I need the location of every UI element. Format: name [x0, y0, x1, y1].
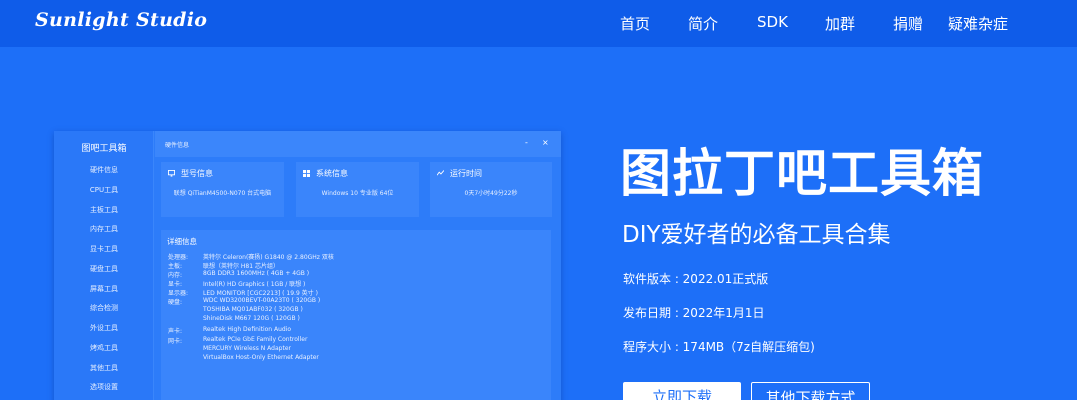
- program-size: 程序大小 : 174MB（7z自解压缩包): [623, 340, 815, 354]
- card-system: 系统信息 Windows 10 专业版 64位: [296, 162, 419, 217]
- card-value: 联想 QiTianM4500-N070 台式电脑: [173, 190, 272, 197]
- app-sidebar-item: 其他工具: [90, 364, 118, 372]
- app-sidebar: 图吧工具箱 硬件信息 CPU工具 主板工具 内存工具 显卡工具 硬盘工具 屏幕工…: [54, 131, 154, 400]
- site-logo[interactable]: Sunlight Studio: [35, 9, 207, 31]
- nav-item-home[interactable]: 首页: [620, 13, 650, 33]
- nav-item-join-group[interactable]: 加群: [825, 13, 855, 33]
- app-sidebar-item: 显卡工具: [90, 245, 118, 253]
- hero-title: 图拉丁吧工具箱: [620, 145, 985, 204]
- app-sidebar-item: CPU工具: [89, 186, 119, 194]
- detail-value: 英特尔 Celeron(赛扬) G1840 @ 2.80GHz 双核: [203, 254, 334, 261]
- card-title: 系统信息: [316, 169, 348, 178]
- card-value: Windows 10 专业版 64位: [321, 190, 394, 197]
- app-sidebar-item: 内存工具: [90, 225, 118, 233]
- app-sidebar-item: 屏幕工具: [90, 285, 118, 293]
- download-button[interactable]: 立即下载: [623, 382, 741, 400]
- detail-value: Realtek PCIe GbE Family Controller: [203, 336, 308, 343]
- detail-key: 主板:: [168, 263, 183, 270]
- detail-value: 8GB DDR3 1600MHz ( 4GB + 4GB ): [203, 270, 310, 277]
- nav-item-donate[interactable]: 捐赠: [893, 13, 923, 33]
- nav-item-intro[interactable]: 简介: [688, 13, 718, 33]
- close-icon: ×: [542, 138, 549, 147]
- app-window-title: 硬件信息: [165, 142, 190, 149]
- app-window-titlebar: 硬件信息 - ×: [155, 131, 561, 157]
- app-sidebar-item: 外设工具: [90, 324, 118, 332]
- version-info: 软件版本 : 2022.01正式版: [623, 272, 769, 286]
- detail-key: 声卡:: [168, 328, 183, 335]
- app-sidebar-item: 硬件信息: [90, 166, 118, 174]
- detail-value: TOSHIBA MQ01ABF032 ( 320GB ): [203, 306, 303, 313]
- detail-value: VirtualBox Host-Only Ethernet Adapter: [203, 354, 319, 361]
- minimize-icon: -: [525, 138, 528, 147]
- detail-key: 网卡:: [168, 338, 183, 345]
- card-model: 型号信息 联想 QiTianM4500-N070 台式电脑: [161, 162, 284, 217]
- detail-key: 显示器:: [168, 290, 189, 297]
- app-sidebar-item: 选项设置: [90, 383, 118, 391]
- hero-subtitle: DIY爱好者的必备工具合集: [622, 222, 891, 248]
- app-sidebar-title: 图吧工具箱: [81, 144, 127, 154]
- nav-item-faq[interactable]: 疑难杂症: [948, 13, 1008, 33]
- detail-value: ShineDisk M667 120G ( 120GB ): [203, 315, 300, 322]
- card-value: 0天7小时49分22秒: [464, 190, 518, 197]
- detail-title: 详细信息: [167, 237, 197, 246]
- detail-key: 显卡:: [168, 281, 183, 288]
- card-title: 运行时间: [450, 169, 482, 178]
- monitor-icon: [168, 170, 175, 177]
- release-date: 发布日期 : 2022年1月1日: [623, 306, 765, 320]
- detail-value: 联想（英特尔 H81 芯片组）: [203, 263, 279, 270]
- detail-key: 内存:: [168, 272, 183, 279]
- detail-value: MERCURY Wireless N Adapter: [203, 345, 291, 352]
- detail-value: Intel(R) HD Graphics ( 1GB / 联想 ): [203, 281, 306, 288]
- detail-key: 处理器:: [168, 254, 189, 261]
- detail-value: WDC WD3200BEVT-00A23T0 ( 320GB ): [203, 297, 321, 304]
- detail-value: Realtek High Definition Audio: [203, 326, 292, 333]
- app-sidebar-item: 综合检测: [90, 304, 118, 312]
- card-uptime: 运行时间 0天7小时49分22秒: [430, 162, 552, 217]
- detail-key: 硬盘:: [168, 299, 183, 306]
- app-sidebar-item: 主板工具: [90, 206, 118, 214]
- app-sidebar-item: 硬盘工具: [90, 265, 118, 273]
- detail-value: LED MONITOR [CGC2213] ( 19.9 英寸 ): [203, 290, 318, 297]
- other-download-button[interactable]: 其他下载方式: [751, 382, 870, 400]
- nav-item-sdk[interactable]: SDK: [757, 13, 788, 33]
- app-sidebar-item: 烤鸡工具: [90, 344, 118, 352]
- windows-icon: [303, 170, 310, 177]
- card-title: 型号信息: [181, 169, 213, 178]
- top-navigation-bar: Sunlight Studio 首页 简介 SDK 加群 捐赠 疑难杂症: [0, 0, 1077, 47]
- uptime-icon: [437, 170, 444, 176]
